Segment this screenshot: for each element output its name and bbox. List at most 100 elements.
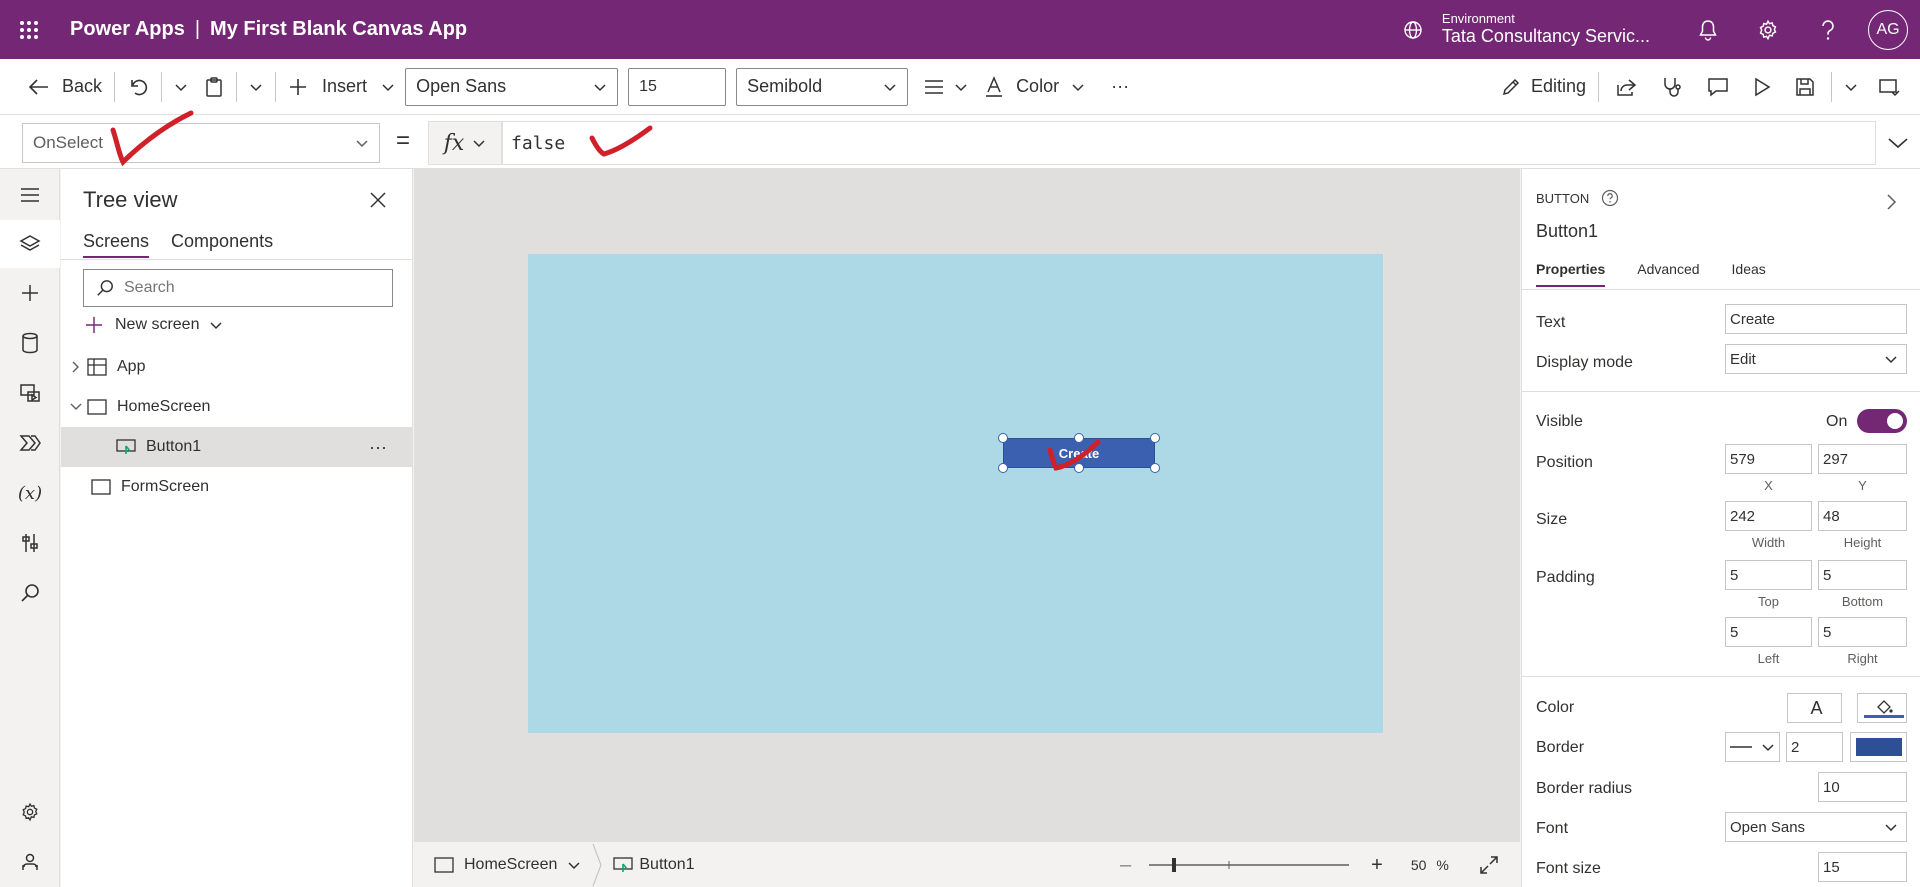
settings-gear-icon[interactable] xyxy=(1738,0,1798,59)
property-dropdown[interactable]: OnSelect xyxy=(22,123,380,163)
chevron-right-icon[interactable] xyxy=(1886,193,1898,211)
undo-more-dropdown[interactable] xyxy=(166,67,196,107)
paste-more-dropdown[interactable] xyxy=(241,67,271,107)
tab-ideas[interactable]: Ideas xyxy=(1732,261,1766,287)
share-button[interactable] xyxy=(1603,67,1649,107)
left-rail: (𝑥) xyxy=(0,169,60,887)
breadcrumb-screen[interactable]: HomeScreen xyxy=(414,842,591,887)
font-family-dropdown[interactable]: Open Sans xyxy=(405,67,619,106)
x-caption: X xyxy=(1764,478,1773,493)
home-screen-canvas[interactable]: Create xyxy=(528,254,1383,733)
breadcrumb-control-label: Button1 xyxy=(639,855,695,873)
help-circle-icon[interactable] xyxy=(1601,189,1619,207)
undo-button[interactable] xyxy=(119,67,157,107)
tree-node-button1[interactable]: Button1 ··· xyxy=(61,427,413,467)
tree-node-more-button[interactable]: ··· xyxy=(369,437,387,458)
zoom-slider[interactable] xyxy=(1149,855,1350,875)
save-more-dropdown[interactable] xyxy=(1836,67,1866,107)
paste-button[interactable] xyxy=(196,67,232,107)
zoom-out-button[interactable]: – xyxy=(1112,854,1139,877)
user-avatar[interactable]: AG xyxy=(1868,9,1908,50)
resize-handle[interactable] xyxy=(1150,433,1160,443)
data-database-icon[interactable] xyxy=(0,319,60,367)
preview-play-button[interactable] xyxy=(1741,67,1783,107)
padding-bottom-input[interactable]: 5 xyxy=(1818,560,1907,590)
tree-node-app[interactable]: App xyxy=(61,347,413,387)
tree-view-panel: Tree view Screens Components New screen … xyxy=(61,169,413,887)
environment-picker[interactable]: Environment Tata Consultancy Servic... xyxy=(1402,12,1650,46)
color-label: Color xyxy=(1016,76,1060,96)
color-dropdown[interactable]: Color xyxy=(976,67,1093,107)
tab-screens[interactable]: Screens xyxy=(83,231,150,258)
tree-node-homescreen[interactable]: HomeScreen xyxy=(61,387,413,427)
display-mode-value: Edit xyxy=(1730,350,1756,368)
breadcrumb-control[interactable]: Button1 xyxy=(603,842,704,887)
new-screen-button[interactable]: New screen xyxy=(85,316,223,334)
resize-handle[interactable] xyxy=(998,433,1008,443)
tab-advanced[interactable]: Advanced xyxy=(1637,261,1699,287)
product-name[interactable]: Power Apps xyxy=(70,18,185,40)
fill-color-picker[interactable] xyxy=(1857,693,1907,723)
help-question-icon[interactable] xyxy=(1798,0,1858,59)
padding-top-input[interactable]: 5 xyxy=(1725,560,1812,590)
search-icon[interactable] xyxy=(0,569,60,617)
app-launcher-icon[interactable] xyxy=(0,0,58,59)
font-weight-dropdown[interactable]: Semibold xyxy=(736,67,909,106)
chevron-down-icon xyxy=(1885,824,1897,832)
size-width-input[interactable]: 242 xyxy=(1725,501,1812,531)
annotation-checkmark xyxy=(1047,439,1101,471)
text-prop-input[interactable]: Create xyxy=(1725,304,1907,334)
fit-to-window-icon[interactable] xyxy=(1479,855,1499,875)
close-icon[interactable] xyxy=(369,189,387,215)
border-style-dropdown[interactable] xyxy=(1725,732,1780,762)
display-mode-dropdown[interactable]: Edit xyxy=(1725,344,1907,374)
editing-mode-button[interactable]: Editing xyxy=(1493,67,1594,107)
tree-search-input[interactable] xyxy=(124,279,374,297)
formula-expand-button[interactable] xyxy=(1876,121,1920,165)
insert-plus-icon[interactable] xyxy=(0,269,60,317)
publish-button[interactable] xyxy=(1866,67,1920,107)
tree-view-layers-icon[interactable] xyxy=(0,220,60,268)
font-size-input[interactable]: 15 xyxy=(628,67,727,106)
hamburger-menu-icon[interactable] xyxy=(0,171,60,219)
tree-node-formscreen[interactable]: FormScreen xyxy=(61,467,413,507)
position-x-input[interactable]: 579 xyxy=(1725,444,1812,474)
fx-button[interactable]: fx xyxy=(428,121,502,165)
tree-node-label: Button1 xyxy=(146,438,202,455)
notifications-bell-icon[interactable] xyxy=(1678,0,1738,59)
position-y-input[interactable]: 297 xyxy=(1818,444,1907,474)
back-button[interactable]: Back xyxy=(20,67,110,107)
zoom-slider-thumb[interactable] xyxy=(1172,858,1177,872)
comments-button[interactable] xyxy=(1695,67,1741,107)
border-width-input[interactable]: 2 xyxy=(1786,732,1843,762)
save-button[interactable] xyxy=(1783,67,1827,107)
app-checker-button[interactable] xyxy=(1649,67,1695,107)
visible-toggle[interactable] xyxy=(1857,409,1907,433)
virtual-agent-icon[interactable] xyxy=(0,838,60,886)
settings-gear-icon[interactable] xyxy=(0,788,60,836)
resize-handle[interactable] xyxy=(998,463,1008,473)
size-height-input[interactable]: 48 xyxy=(1818,501,1907,531)
variables-icon[interactable]: (𝑥) xyxy=(0,469,60,517)
border-radius-input[interactable]: 10 xyxy=(1818,772,1907,802)
font-dropdown[interactable]: Open Sans xyxy=(1725,812,1907,842)
font-size-prop-input[interactable]: 15 xyxy=(1818,852,1907,882)
media-icon[interactable] xyxy=(0,369,60,417)
formula-input[interactable]: false xyxy=(502,121,1876,165)
advanced-tools-icon[interactable] xyxy=(0,519,60,567)
resize-handle[interactable] xyxy=(1150,463,1160,473)
chevron-down-icon xyxy=(250,83,262,91)
more-commands-button[interactable]: ··· xyxy=(1103,67,1137,107)
insert-button[interactable]: Insert xyxy=(280,67,403,107)
tab-properties[interactable]: Properties xyxy=(1536,261,1606,287)
padding-left-input[interactable]: 5 xyxy=(1725,617,1812,647)
tab-components[interactable]: Components xyxy=(171,231,273,258)
power-automate-icon[interactable] xyxy=(0,419,60,467)
control-name[interactable]: Button1 xyxy=(1536,221,1598,242)
zoom-in-button[interactable]: + xyxy=(1363,854,1391,877)
text-align-dropdown[interactable] xyxy=(916,67,976,107)
padding-right-input[interactable]: 5 xyxy=(1818,617,1907,647)
border-color-picker[interactable] xyxy=(1850,732,1907,762)
font-label: Font xyxy=(1536,820,1569,837)
text-color-picker[interactable]: A xyxy=(1787,693,1842,723)
